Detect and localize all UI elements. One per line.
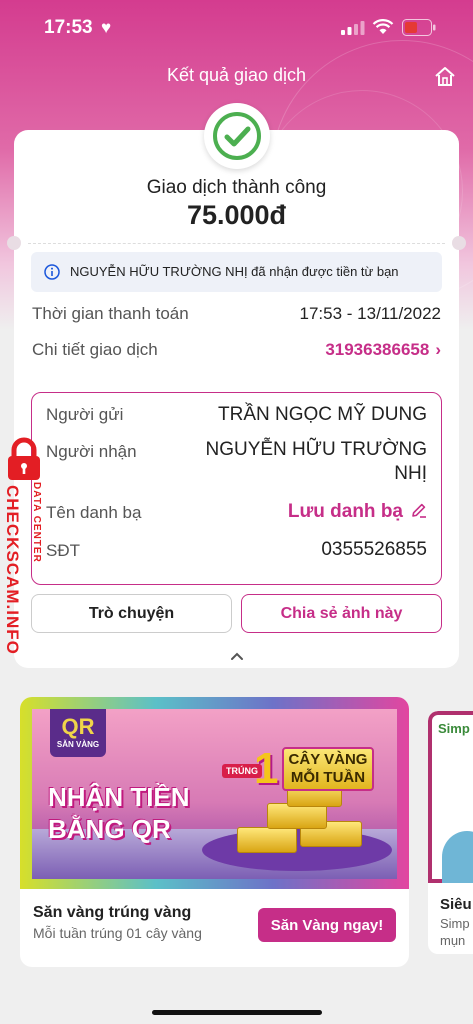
status-time: 17:53 <box>44 17 93 38</box>
wifi-icon <box>372 19 394 34</box>
promo2-line1: Simp <box>440 916 470 931</box>
page-title: Kết quả giao dịch <box>166 65 307 85</box>
status-bar: 17:53 ♥ <box>0 0 473 56</box>
save-contact-button[interactable]: Lưu danh bạ <box>288 501 427 523</box>
qr-badge-sub: SĂN VÀNG <box>56 740 100 749</box>
promo-subtitle: Mỗi tuần trúng 01 cây vàng <box>33 925 202 941</box>
save-contact-label: Lưu danh bạ <box>287 501 403 522</box>
contact-label: Tên danh bạ <box>46 503 142 522</box>
share-image-button[interactable]: Chia sẻ ảnh này <box>241 594 442 633</box>
info-icon <box>44 264 60 280</box>
battery-icon <box>402 19 436 36</box>
gold-plate <box>202 829 392 871</box>
transaction-amount: 75.000đ <box>186 200 287 230</box>
qr-badge-text: QR <box>61 714 95 739</box>
chevron-up-icon[interactable] <box>229 651 245 661</box>
chevron-right-icon: › <box>435 340 441 359</box>
promo-headline-line1: NHẬN TIỀN <box>48 782 190 812</box>
info-banner: NGUYỄN HỮU TRƯỜNG NHỊ đã nhận được tiền … <box>31 252 442 292</box>
receipt-card: Giao dịch thành công 75.000đ NGUYỄN HỮU … <box>7 103 466 668</box>
watermark-lock-icon <box>2 437 46 481</box>
promo-badge-line1: CÂY VÀNG <box>288 751 368 768</box>
card-notch-left <box>7 236 21 250</box>
payment-time-value: 17:53 - 13/11/2022 <box>299 304 441 323</box>
transaction-detail-label: Chi tiết giao dịch <box>32 340 158 359</box>
phone-value: 0355526855 <box>321 539 427 560</box>
gold-bar-icon <box>237 827 297 853</box>
promo2-banner: Simp <box>428 711 473 883</box>
promo-badge-number: 1 <box>254 744 279 793</box>
heart-icon: ♥ <box>101 18 112 37</box>
transaction-detail-link[interactable]: 31936386658 › <box>325 340 441 360</box>
transaction-detail-id: 31936386658 <box>325 340 430 359</box>
sender-label: Người gửi <box>46 405 124 424</box>
home-icon[interactable] <box>434 66 456 88</box>
promo-badge-line2: MỖI TUẦN <box>290 769 366 786</box>
promo2-line2: mụn <box>440 933 466 948</box>
promo-badge-box: CÂY VÀNG MỖI TUẦN <box>282 747 374 791</box>
phone-label: SĐT <box>46 541 80 560</box>
promo-card[interactable]: QR SĂN VÀNG NHẬN TIỀN BẰNG QR TRÚNG 1 CÂ… <box>20 697 409 967</box>
divider <box>28 243 445 244</box>
transaction-status: Giao dịch thành công <box>146 177 327 198</box>
signal-icon <box>341 21 365 35</box>
info-message: NGUYỄN HỮU TRƯỜNG NHỊ đã nhận được tiền … <box>70 264 399 279</box>
success-check-icon <box>204 103 270 169</box>
parties-box: Người gửi TRẦN NGỌC MỸ DUNG Người nhận N… <box>31 392 442 585</box>
qr-badge: QR SĂN VÀNG <box>50 709 106 757</box>
promo-title: Săn vàng trúng vàng <box>33 904 192 921</box>
promo-cta-button[interactable]: Săn Vàng ngay! <box>258 908 396 942</box>
promo2-brand: Simp <box>438 721 470 736</box>
watermark-brand: CHECKSCAM.INFO <box>3 485 22 655</box>
promo-headline-line2: BẰNG QR <box>48 814 171 844</box>
promo-headline: NHẬN TIỀN BẰNG QR <box>48 781 198 845</box>
chat-button[interactable]: Trò chuyện <box>31 594 232 633</box>
promo2-title: Siêu <box>440 896 472 913</box>
home-indicator[interactable] <box>152 1010 322 1015</box>
promo-artwork: QR SĂN VÀNG NHẬN TIỀN BẰNG QR TRÚNG 1 CÂ… <box>32 709 397 879</box>
receiver-value: NGUYỄN HỮU TRƯỜNG NHỊ <box>205 439 427 484</box>
receiver-label: Người nhận <box>46 442 137 461</box>
payment-time-label: Thời gian thanh toán <box>32 304 189 323</box>
promo-banner[interactable]: QR SĂN VÀNG NHẬN TIỀN BẰNG QR TRÚNG 1 CÂ… <box>20 697 409 889</box>
watermark-sub: DATA CENTER <box>31 482 42 563</box>
sender-value: TRẦN NGỌC MỸ DUNG <box>218 404 427 425</box>
edit-icon <box>412 503 426 518</box>
promo-card-2[interactable]: Simp Siêu Simp mụn <box>428 711 473 954</box>
card-notch-right <box>452 236 466 250</box>
